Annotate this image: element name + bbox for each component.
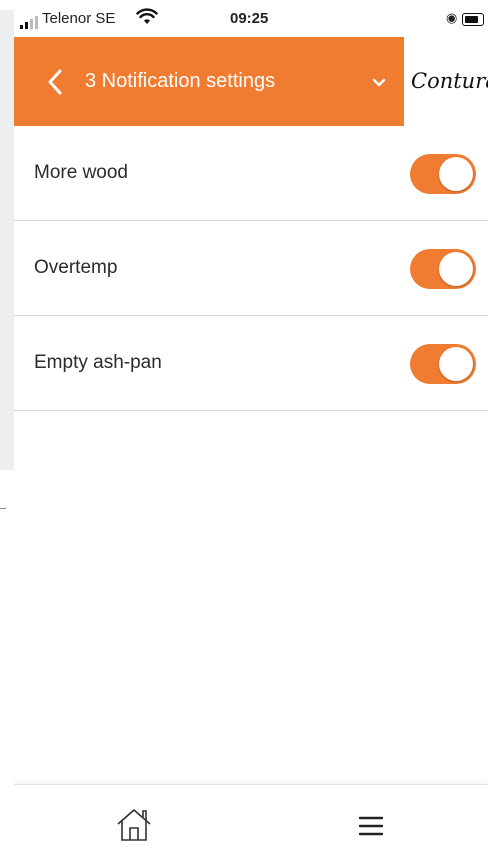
status-bar: Telenor SE 09:25 ◉ xyxy=(14,0,488,36)
orientation-lock-icon: ◉ xyxy=(446,10,458,25)
setting-row-more-wood: More wood xyxy=(14,126,488,221)
status-time: 09:25 xyxy=(230,10,269,27)
wifi-icon xyxy=(136,8,158,24)
setting-label: More wood xyxy=(34,162,128,183)
setting-row-overtemp: Overtemp xyxy=(14,221,488,316)
page-backdrop-tick xyxy=(0,508,6,509)
setting-label: Overtemp xyxy=(34,257,118,278)
notification-settings-list: More wood Overtemp Empty ash-pan xyxy=(14,126,488,411)
bottom-navigation xyxy=(14,784,488,864)
brand-logo: Contura xyxy=(411,69,488,93)
back-chevron-icon[interactable] xyxy=(44,67,66,97)
hamburger-menu-icon[interactable] xyxy=(359,815,383,837)
carrier-name: Telenor SE xyxy=(42,10,116,27)
empty-ash-pan-toggle[interactable] xyxy=(410,344,476,384)
app-header: 3 Notification settings xyxy=(14,37,404,126)
battery-icon xyxy=(462,13,484,26)
more-wood-toggle[interactable] xyxy=(410,154,476,194)
setting-label: Empty ash-pan xyxy=(34,352,162,373)
chevron-down-icon[interactable] xyxy=(370,73,388,91)
signal-icon xyxy=(20,16,38,29)
phone-screen: Telenor SE 09:25 ◉ 3 Notification settin… xyxy=(14,0,488,864)
brand-area: Contura xyxy=(404,37,488,126)
setting-row-empty-ash-pan: Empty ash-pan xyxy=(14,316,488,411)
page-title[interactable]: 3 Notification settings xyxy=(85,70,275,93)
overtemp-toggle[interactable] xyxy=(410,249,476,289)
home-icon[interactable] xyxy=(115,807,153,843)
page-backdrop-panel xyxy=(0,10,14,470)
